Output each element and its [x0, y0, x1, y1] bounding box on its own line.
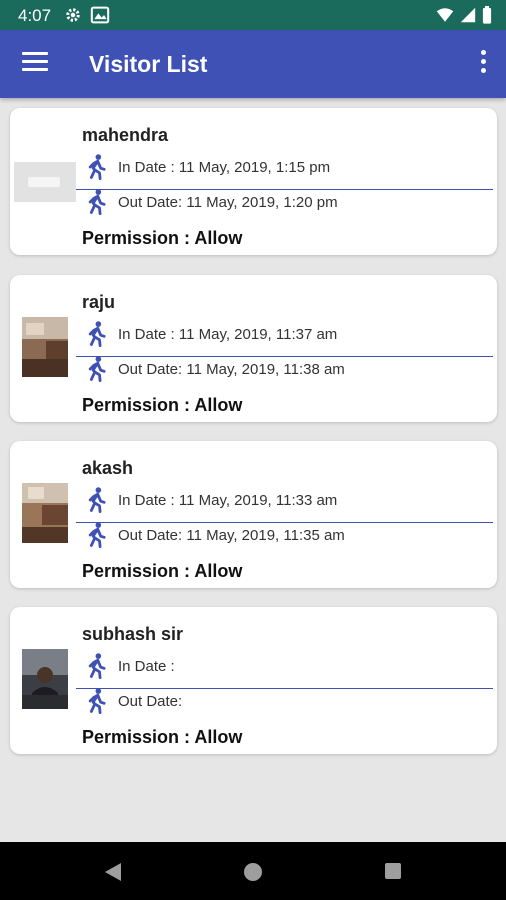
in-date-row: In Date : 11 May, 2019, 1:15 pm	[82, 153, 330, 181]
out-date-text: Out Date: 11 May, 2019, 1:20 pm	[118, 193, 338, 211]
walking-person-icon	[88, 688, 106, 715]
out-date-row: Out Date: 11 May, 2019, 11:38 am	[82, 355, 345, 383]
out-date-row: Out Date: 11 May, 2019, 11:35 am	[82, 521, 345, 549]
home-icon[interactable]	[244, 863, 262, 881]
settings-icon	[66, 8, 80, 22]
visitor-name: raju	[82, 292, 116, 312]
permission-label: Permission : Allow	[82, 395, 243, 415]
out-date-row: Out Date:	[82, 687, 182, 715]
visitor-card[interactable]: akash In Date : 11 May, 2019, 11:33 am O…	[10, 441, 497, 588]
battery-icon	[482, 6, 492, 24]
app-bar: Visitor List	[0, 30, 506, 98]
visitor-photo	[22, 483, 68, 543]
visitor-card[interactable]: mahendra In Date : 11 May, 2019, 1:15 pm…	[10, 108, 497, 255]
visitor-card[interactable]: raju In Date : 11 May, 2019, 11:37 am Ou…	[10, 275, 497, 422]
status-time: 4:07	[18, 6, 52, 25]
out-date-text: Out Date:	[118, 692, 183, 710]
photo-icon	[90, 6, 110, 24]
visitor-photo	[14, 162, 76, 202]
visitor-name: mahendra	[82, 125, 169, 145]
navigation-bar	[0, 842, 506, 900]
in-date-text: In Date : 11 May, 2019, 1:15 pm	[118, 158, 331, 176]
in-date-row: In Date : 11 May, 2019, 11:37 am	[82, 320, 337, 348]
walking-person-icon	[88, 189, 106, 216]
more-vert-icon[interactable]	[478, 50, 488, 78]
back-icon[interactable]	[104, 862, 122, 882]
signal-icon	[460, 7, 476, 23]
visitor-card[interactable]: subhash sir In Date : Out Date: Permissi…	[10, 607, 497, 754]
recent-apps-icon[interactable]	[385, 863, 401, 879]
in-date-text: In Date : 11 May, 2019, 11:33 am	[118, 491, 338, 509]
photo-image	[22, 483, 68, 543]
wifi-icon	[436, 8, 454, 22]
photo-image	[22, 317, 68, 377]
hamburger-menu-icon[interactable]	[22, 52, 48, 74]
visitor-name: subhash sir	[82, 624, 184, 644]
walking-person-icon	[88, 356, 106, 383]
page-title: Visitor List	[89, 51, 208, 77]
walking-person-icon	[88, 154, 106, 181]
walking-person-icon	[88, 487, 106, 514]
walking-person-icon	[88, 653, 106, 680]
walking-person-icon	[88, 522, 106, 549]
out-date-text: Out Date: 11 May, 2019, 11:38 am	[118, 360, 345, 378]
permission-label: Permission : Allow	[82, 727, 243, 747]
out-date-text: Out Date: 11 May, 2019, 11:35 am	[118, 526, 345, 544]
out-date-row: Out Date: 11 May, 2019, 1:20 pm	[82, 188, 338, 216]
in-date-row: In Date : 11 May, 2019, 11:33 am	[82, 486, 337, 514]
in-date-text: In Date : 11 May, 2019, 11:37 am	[118, 325, 338, 343]
in-date-row: In Date :	[82, 652, 175, 680]
visitor-photo	[22, 649, 68, 709]
permission-label: Permission : Allow	[82, 561, 243, 581]
status-bar: 4:07	[0, 0, 506, 30]
walking-person-icon	[88, 321, 106, 348]
visitor-photo	[22, 317, 68, 377]
photo-image	[22, 649, 68, 709]
in-date-text: In Date :	[118, 657, 175, 675]
visitor-name: akash	[82, 458, 134, 478]
permission-label: Permission : Allow	[82, 228, 243, 248]
